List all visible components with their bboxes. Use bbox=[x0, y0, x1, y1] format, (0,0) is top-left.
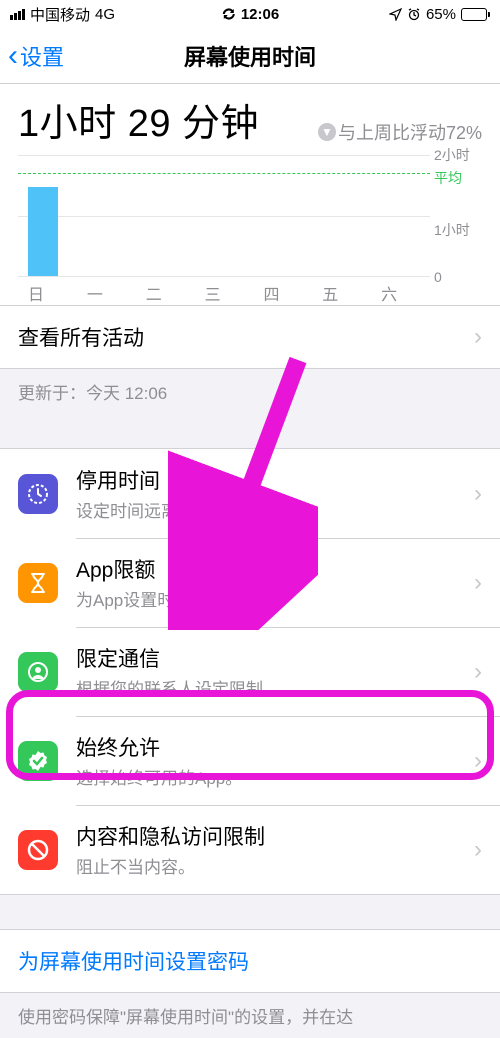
downtime-icon bbox=[18, 474, 58, 514]
alarm-icon bbox=[407, 7, 421, 21]
chevron-right-icon: › bbox=[474, 569, 482, 597]
set-passcode-label: 为屏幕使用时间设置密码 bbox=[18, 946, 249, 976]
chevron-right-icon: › bbox=[474, 480, 482, 508]
communication-title: 限定通信 bbox=[76, 643, 474, 673]
ylabel-2h: 2小时 bbox=[434, 145, 482, 165]
network-label: 4G bbox=[95, 6, 115, 23]
content-privacy-row[interactable]: 内容和隐私访问限制 阻止不当内容。 › bbox=[0, 805, 500, 895]
usage-summary: 1小时 29 分钟 ▼ 与上周比浮动72% 2小时 平均 1小时 0 日 一 二… bbox=[0, 84, 500, 305]
nav-bar: ‹ 设置 屏幕使用时间 bbox=[0, 28, 500, 84]
footer-note: 使用密码保障"屏幕使用时间"的设置，并在达 bbox=[0, 993, 500, 1038]
chevron-right-icon: › bbox=[474, 836, 482, 864]
always-allowed-row[interactable]: 始终允许 选择始终可用的App。 › bbox=[0, 716, 500, 805]
always-allowed-sub: 选择始终可用的App。 bbox=[76, 764, 474, 789]
downtime-sub: 设定时间远离屏幕。 bbox=[76, 497, 474, 522]
app-limits-title: App限额 bbox=[76, 554, 474, 584]
chevron-right-icon: › bbox=[474, 323, 482, 351]
battery-icon bbox=[461, 8, 490, 21]
chevron-right-icon: › bbox=[474, 658, 482, 686]
back-label: 设置 bbox=[20, 40, 64, 72]
chevron-right-icon: › bbox=[474, 747, 482, 775]
app-limits-row[interactable]: App限额 为App设置时间限额。 › bbox=[0, 538, 500, 627]
sync-icon bbox=[221, 7, 237, 21]
status-time: 12:06 bbox=[241, 6, 279, 23]
person-icon bbox=[18, 652, 58, 692]
ylabel-avg: 平均 bbox=[434, 168, 482, 188]
always-allowed-title: 始终允许 bbox=[76, 732, 474, 762]
location-icon bbox=[389, 8, 402, 21]
all-activity-label: 查看所有活动 bbox=[18, 322, 474, 352]
communication-row[interactable]: 限定通信 根据您的联系人设定限制。 › bbox=[0, 627, 500, 716]
back-button[interactable]: ‹ 设置 bbox=[0, 40, 64, 72]
ylabel-1h: 1小时 bbox=[434, 220, 482, 240]
signal-icon bbox=[10, 9, 25, 20]
total-time: 1小时 29 分钟 bbox=[18, 92, 259, 147]
status-left: 中国移动 4G bbox=[10, 4, 115, 25]
page-title: 屏幕使用时间 bbox=[184, 40, 316, 72]
hourglass-icon bbox=[18, 563, 58, 603]
check-badge-icon bbox=[18, 741, 58, 781]
battery-pct: 65% bbox=[426, 6, 456, 23]
status-center: 12:06 bbox=[221, 6, 279, 23]
content-privacy-sub: 阻止不当内容。 bbox=[76, 853, 474, 878]
downtime-title: 停用时间 bbox=[76, 465, 474, 495]
ylabel-0: 0 bbox=[434, 269, 482, 285]
down-arrow-icon: ▼ bbox=[318, 123, 336, 141]
updated-label: 更新于：今天 12:06 bbox=[0, 369, 500, 414]
status-bar: 中国移动 4G 12:06 65% bbox=[0, 0, 500, 28]
status-right: 65% bbox=[389, 6, 490, 23]
compare-label: ▼ 与上周比浮动72% bbox=[318, 119, 482, 145]
downtime-row[interactable]: 停用时间 设定时间远离屏幕。 › bbox=[0, 448, 500, 538]
all-activity-row[interactable]: 查看所有活动 › bbox=[0, 305, 500, 369]
weekly-chart[interactable]: 2小时 平均 1小时 0 日 一 二 三 四 五 六 bbox=[18, 155, 482, 305]
chart-xaxis: 日 一 二 三 四 五 六 bbox=[18, 276, 430, 305]
app-limits-sub: 为App设置时间限额。 bbox=[76, 586, 474, 611]
communication-sub: 根据您的联系人设定限制。 bbox=[76, 675, 474, 700]
set-passcode-row[interactable]: 为屏幕使用时间设置密码 bbox=[0, 929, 500, 993]
chevron-left-icon: ‹ bbox=[8, 41, 18, 71]
content-privacy-title: 内容和隐私访问限制 bbox=[76, 821, 474, 851]
chart-bar-sun bbox=[28, 187, 58, 277]
carrier-label: 中国移动 bbox=[30, 4, 90, 25]
no-entry-icon bbox=[18, 830, 58, 870]
